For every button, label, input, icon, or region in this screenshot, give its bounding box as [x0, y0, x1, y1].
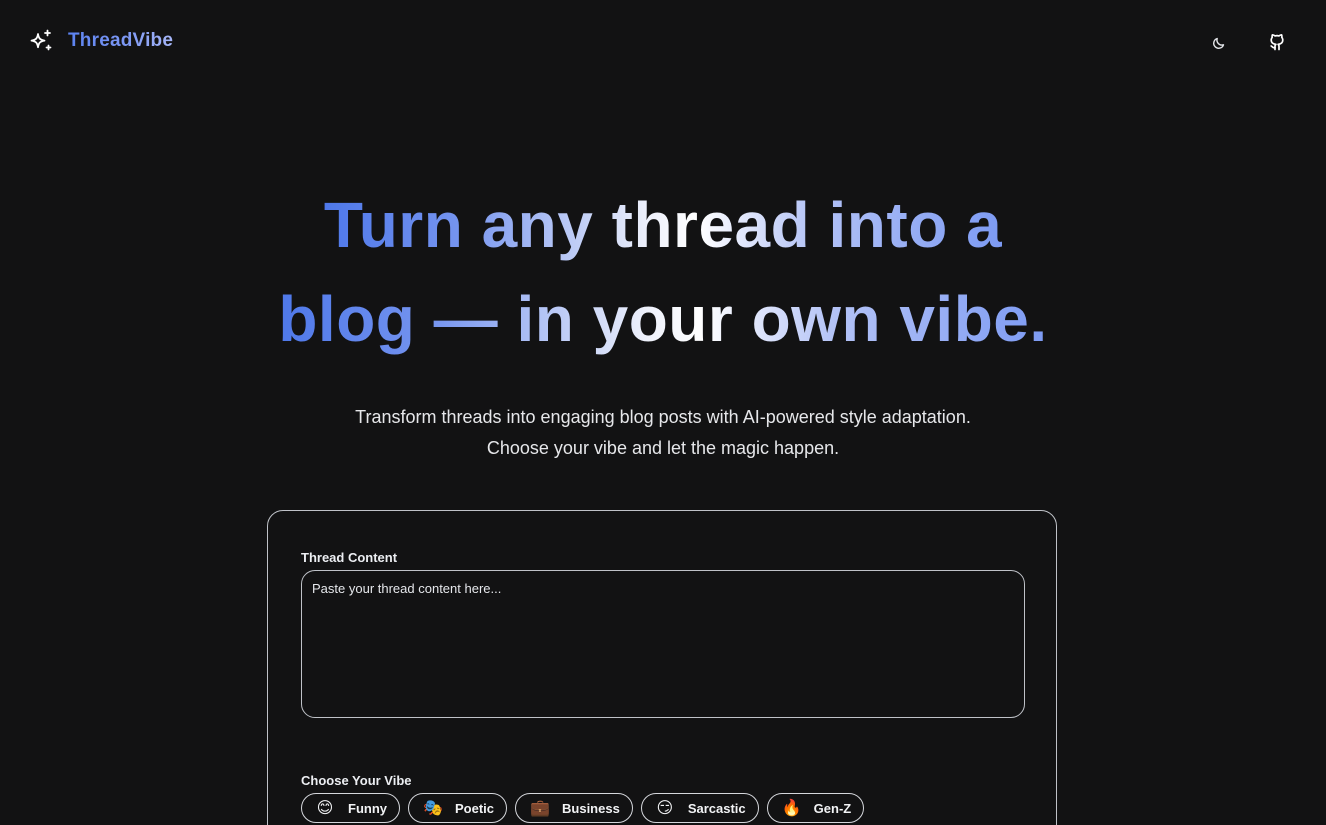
vibe-button-sarcastic[interactable]: 😏 Sarcastic [640, 793, 759, 823]
brand-link[interactable]: ThreadVibe [28, 28, 173, 54]
convert-form-card: Thread Content Choose Your Vibe 😊 Funny … [267, 510, 1057, 825]
vibe-button-funny[interactable]: 😊 Funny [301, 793, 400, 823]
hero-subtitle: Transform threads into engaging blog pos… [0, 402, 1326, 464]
choose-vibe-label: Choose Your Vibe [301, 773, 412, 788]
moon-icon [1213, 37, 1225, 49]
vibe-button-gen-z[interactable]: 🔥 Gen-Z [766, 793, 865, 823]
vibe-label: Business [562, 800, 620, 816]
github-link-button[interactable] [1261, 26, 1293, 58]
sparkles-icon [30, 29, 52, 51]
theater-masks-icon: 🎭 [423, 798, 443, 817]
hero-title-text-2: blog — in your own vibe. [278, 283, 1048, 355]
hero-title-line-1: Turn any thread into a [0, 178, 1326, 272]
brand-name: ThreadVibe [68, 30, 174, 51]
page: ThreadVibe Turn any thread into a blog —… [0, 0, 1326, 825]
vibe-button-poetic[interactable]: 🎭 Poetic [408, 793, 508, 823]
fire-icon: 🔥 [781, 798, 802, 817]
hero-title-text-1: Turn any thread into a [323, 189, 1003, 261]
vibe-options: 😊 Funny 🎭 Poetic 💼 Business 😏 Sarcastic … [301, 793, 865, 823]
hero-subtitle-line-1: Transform threads into engaging blog pos… [355, 407, 971, 427]
vibe-label: Funny [348, 800, 387, 816]
smirking-face-icon: 😏 [656, 798, 674, 817]
thread-content-label: Thread Content [301, 550, 398, 565]
smiling-face-icon: 😊 [316, 798, 334, 817]
hero-title-line-2: blog — in your own vibe. [0, 272, 1326, 366]
top-bar: ThreadVibe [0, 0, 1326, 84]
vibe-label: Sarcastic [687, 800, 746, 816]
github-icon [1270, 33, 1284, 51]
vibe-button-business[interactable]: 💼 Business [515, 793, 633, 823]
vibe-label: Poetic [455, 800, 495, 816]
vibe-label: Gen-Z [813, 800, 852, 816]
theme-toggle-button[interactable] [1204, 26, 1236, 58]
hero-title: Turn any thread into a blog — in your ow… [0, 178, 1326, 366]
briefcase-icon: 💼 [530, 798, 550, 817]
hero-subtitle-line-2: Choose your vibe and let the magic happe… [486, 438, 840, 458]
thread-content-input[interactable] [301, 570, 1025, 718]
